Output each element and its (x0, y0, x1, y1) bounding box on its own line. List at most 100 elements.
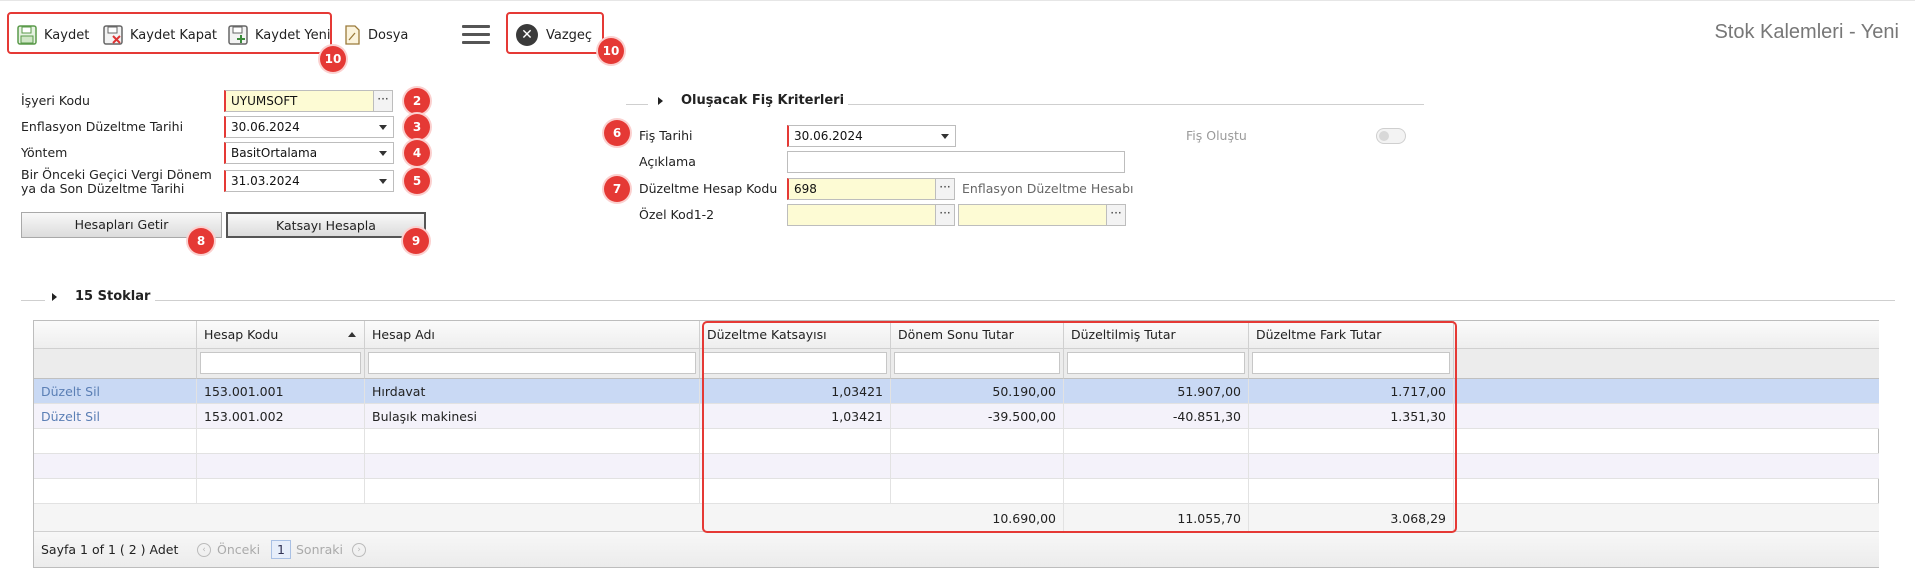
save-new-button-label: Kaydet Yeni (255, 27, 331, 43)
expand-triangle-icon[interactable] (52, 293, 57, 301)
difference-cell: 1.351,30 (1249, 404, 1454, 429)
column-header-adjusted-amount[interactable]: Düzeltilmiş Tutar (1064, 321, 1249, 349)
column-header-filler (1454, 321, 1879, 349)
callout-badge: 5 (404, 168, 430, 194)
column-header-account-code[interactable]: Hesap Kodu (197, 321, 365, 349)
total-period-end: 10.690,00 (891, 504, 1064, 532)
workplace-code-input[interactable]: UYUMSOFT (224, 90, 374, 112)
edit-delete-link[interactable]: Düzelt Sil (34, 379, 197, 404)
period-end-cell: 50.190,00 (891, 379, 1064, 404)
toolbar: Kaydet Kaydet Kapat Kaydet Yeni Dosya ✕ … (0, 0, 1915, 58)
previous-page-icon[interactable]: ‹ (197, 543, 211, 557)
prev-period-date-input[interactable]: 31.03.2024 (224, 170, 394, 192)
account-name-cell: Hırdavat (365, 379, 700, 404)
special-code-1-input[interactable] (787, 204, 936, 226)
section-divider (21, 300, 45, 301)
edit-delete-link[interactable]: Düzelt Sil (34, 404, 197, 429)
filter-coefficient-input[interactable] (703, 352, 887, 374)
column-header-account-name[interactable]: Hesap Adı (365, 321, 700, 349)
method-select[interactable]: BasitOrtalama (224, 142, 394, 164)
section-divider (626, 104, 648, 105)
save-close-button[interactable]: Kaydet Kapat (102, 23, 217, 47)
voucher-section-title: Oluşacak Fiş Kriterleri (681, 93, 845, 108)
current-page-number[interactable]: 1 (271, 540, 291, 559)
inflation-date-value: 30.06.2024 (231, 120, 300, 134)
section-divider (155, 300, 1895, 301)
chevron-down-icon (379, 179, 387, 184)
filter-adjusted-input[interactable] (1067, 352, 1245, 374)
workplace-lookup-button[interactable]: ··· (373, 90, 393, 112)
empty-row (34, 454, 1879, 479)
stocks-grid: Hesap Kodu Hesap Adı Düzeltme Katsayısı … (33, 320, 1879, 568)
empty-row (34, 429, 1879, 454)
cancel-button-label: Vazgeç (546, 27, 593, 43)
prev-period-date-value: 31.03.2024 (231, 174, 300, 188)
difference-cell: 1.717,00 (1249, 379, 1454, 404)
callout-badge: 10 (598, 38, 624, 64)
previous-page-button[interactable]: Önceki (217, 542, 260, 557)
adjustment-account-input[interactable]: 698 (787, 178, 936, 200)
voucher-created-toggle[interactable] (1376, 128, 1406, 144)
stocks-section-title: 15 Stoklar (75, 289, 151, 304)
cancel-button[interactable]: ✕ Vazgeç (516, 23, 592, 47)
period-end-cell: -39.500,00 (891, 404, 1064, 429)
hamburger-menu-icon[interactable] (462, 25, 490, 45)
callout-badge: 2 (404, 88, 430, 114)
pager-info: Sayfa 1 of 1 ( 2 ) Adet (41, 542, 179, 557)
description-input[interactable] (787, 151, 1125, 173)
callout-badge: 6 (604, 120, 630, 146)
expand-triangle-icon[interactable] (658, 97, 663, 105)
voucher-date-value: 30.06.2024 (794, 129, 863, 143)
save-new-button[interactable]: Kaydet Yeni (227, 23, 331, 47)
chevron-down-icon (941, 134, 949, 139)
method-value: BasitOrtalama (231, 146, 318, 160)
filter-difference-input[interactable] (1252, 352, 1450, 374)
workplace-code-label: İşyeri Kodu (21, 93, 90, 108)
filter-cell (1064, 349, 1249, 379)
filter-account-name-input[interactable] (368, 352, 696, 374)
special-code-2-input[interactable] (958, 204, 1107, 226)
filter-period-end-input[interactable] (894, 352, 1060, 374)
prev-period-label: Bir Önceki Geçici Vergi Dönem ya da Son D… (21, 167, 212, 196)
chevron-down-icon (379, 151, 387, 156)
close-circle-icon: ✕ (516, 24, 538, 46)
voucher-date-label: Fiş Tarihi (639, 128, 693, 143)
filter-cell (1454, 349, 1879, 379)
table-row[interactable]: Düzelt Sil 153.001.001 Hırdavat 1,03421 … (34, 379, 1879, 404)
table-row[interactable]: Düzelt Sil 153.001.002 Bulaşık makinesi … (34, 404, 1879, 429)
adjustment-account-name: Enflasyon Düzeltme Hesabı (962, 181, 1134, 196)
callout-badge: 4 (404, 140, 430, 166)
column-header-period-end-amount[interactable]: Dönem Sonu Tutar (891, 321, 1064, 349)
column-header-adjustment-coefficient[interactable]: Düzeltme Katsayısı (700, 321, 891, 349)
inflation-date-input[interactable]: 30.06.2024 (224, 116, 394, 138)
callout-badge: 7 (604, 176, 630, 202)
special-code-1-lookup-button[interactable]: ··· (935, 204, 955, 226)
special-code-2-lookup-button[interactable]: ··· (1106, 204, 1126, 226)
column-header-difference-amount[interactable]: Düzeltme Fark Tutar (1249, 321, 1454, 349)
section-divider (848, 104, 1424, 105)
save-icon (17, 25, 37, 45)
voucher-date-input[interactable]: 30.06.2024 (787, 125, 956, 147)
sort-ascending-icon (348, 332, 356, 337)
chevron-down-icon (379, 125, 387, 130)
callout-badge: 8 (188, 228, 214, 254)
account-lookup-button[interactable]: ··· (935, 178, 955, 200)
account-code-cell: 153.001.002 (197, 404, 365, 429)
file-button[interactable]: Dosya (342, 23, 408, 47)
column-header-actions (34, 321, 197, 349)
voucher-created-label: Fiş Oluştu (1186, 128, 1247, 143)
filter-cell (365, 349, 700, 379)
save-close-button-label: Kaydet Kapat (130, 27, 218, 43)
coefficient-cell: 1,03421 (700, 379, 891, 404)
save-button[interactable]: Kaydet (16, 23, 89, 47)
adjusted-cell: 51.907,00 (1064, 379, 1249, 404)
filter-cell (197, 349, 365, 379)
next-page-button[interactable]: Sonraki (296, 542, 343, 557)
filter-account-code-input[interactable] (200, 352, 361, 374)
save-button-label: Kaydet (44, 27, 90, 43)
calc-coefficient-button[interactable]: Katsayı Hesapla (226, 212, 426, 238)
account-code-cell: 153.001.001 (197, 379, 365, 404)
filter-cell (34, 349, 197, 379)
method-label: Yöntem (21, 145, 68, 160)
next-page-icon[interactable]: › (352, 543, 366, 557)
